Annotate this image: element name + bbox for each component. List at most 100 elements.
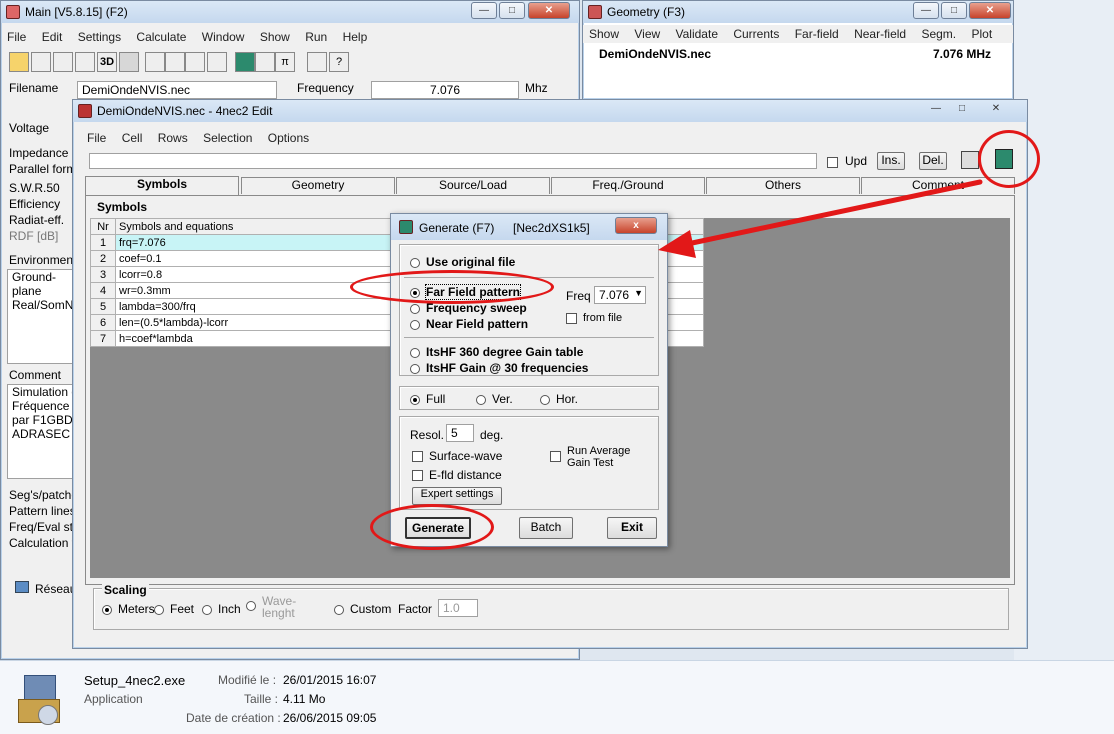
full-radio[interactable]: Full <box>410 392 445 406</box>
help-icon[interactable]: ? <box>329 52 349 72</box>
impedance-label: Impedance <box>9 146 69 160</box>
open-folder-icon[interactable] <box>9 52 29 72</box>
frequency-field[interactable]: 7.076 <box>371 81 519 99</box>
hor-radio[interactable]: Hor. <box>540 392 578 406</box>
globe-icon[interactable] <box>185 52 205 72</box>
row-number: 3 <box>90 266 116 283</box>
tab-geometry[interactable]: Geometry <box>241 177 395 194</box>
menu-settings[interactable]: Settings <box>72 28 127 46</box>
filename-label: Filename <box>9 81 59 95</box>
from-file-checkbox[interactable]: from file <box>566 312 622 324</box>
close-icon[interactable]: ✕ <box>983 101 1009 118</box>
menu-near-field[interactable]: Near-field <box>848 25 912 43</box>
feet-radio[interactable]: Feet <box>154 602 194 616</box>
close-icon[interactable]: ✕ <box>528 2 570 19</box>
tab-source-load[interactable]: Source/Load <box>396 177 550 194</box>
menu-cell[interactable]: Cell <box>116 129 149 147</box>
maximize-icon[interactable]: □ <box>941 2 967 19</box>
menu-currents[interactable]: Currents <box>727 25 785 43</box>
itshf-360-radio[interactable]: ItsHF 360 degree Gain table <box>410 345 583 359</box>
row-number: 4 <box>90 282 116 299</box>
scaling-label: Scaling <box>102 583 149 597</box>
row-number: 5 <box>90 298 116 315</box>
tab-symbols[interactable]: Symbols <box>85 176 239 195</box>
meters-radio[interactable]: Meters <box>102 602 155 616</box>
factor-input[interactable]: 1.0 <box>438 599 478 617</box>
pi-icon[interactable]: π <box>275 52 295 72</box>
frequency-unit: Mhz <box>525 81 548 95</box>
upd-label: Upd <box>845 154 868 168</box>
menu-file[interactable]: File <box>1 28 32 46</box>
menu-file[interactable]: File <box>81 129 112 147</box>
menu-view[interactable]: View <box>628 25 666 43</box>
menu-calculate[interactable]: Calculate <box>130 28 192 46</box>
3d-icon[interactable]: 3D <box>97 52 117 72</box>
maximize-icon[interactable]: □ <box>499 2 525 19</box>
resol-label: Resol. <box>410 428 445 442</box>
filename-field[interactable]: DemiOndeNVIS.nec <box>77 81 277 99</box>
near-field-radio[interactable]: Near Field pattern <box>410 317 528 331</box>
geometry-titlebar: Geometry (F3) — □ ✕ <box>583 1 1013 23</box>
settings-icon[interactable] <box>207 52 227 72</box>
maximize-icon[interactable]: □ <box>949 101 975 118</box>
minimize-icon[interactable]: — <box>923 101 949 118</box>
cube-icon[interactable] <box>75 52 95 72</box>
sweep-icon[interactable] <box>165 52 185 72</box>
file-name: Setup_4nec2.exe <box>84 673 186 688</box>
batch-button[interactable]: Batch <box>519 517 573 539</box>
main-titlebar: Main [V5.8.15] (F2) — □ ✕ <box>1 1 579 23</box>
surface-wave-checkbox[interactable]: Surface-wave <box>412 449 502 463</box>
freq-select[interactable]: 7.076 ▼ <box>594 286 646 304</box>
menu-selection[interactable]: Selection <box>197 129 258 147</box>
probe-icon[interactable] <box>53 52 73 72</box>
menu-segm[interactable]: Segm. <box>915 25 962 43</box>
menu-help[interactable]: Help <box>337 28 374 46</box>
efld-checkbox[interactable]: E-fld distance <box>412 468 502 482</box>
separator <box>404 337 654 338</box>
network-label[interactable]: Réseau <box>35 582 76 596</box>
exit-button[interactable]: Exit <box>607 517 657 539</box>
equation-input[interactable] <box>89 153 817 169</box>
upd-checkbox[interactable] <box>827 155 844 169</box>
menu-run[interactable]: Run <box>299 28 333 46</box>
pattern-icon[interactable] <box>145 52 165 72</box>
environment-label: Environment <box>9 253 77 267</box>
frequency-label: Frequency <box>297 81 354 95</box>
created-label: Date de création : <box>186 711 281 725</box>
custom-radio[interactable]: Custom <box>334 602 391 616</box>
book-icon[interactable] <box>307 52 327 72</box>
inch-radio[interactable]: Inch <box>202 602 241 616</box>
ver-radio[interactable]: Ver. <box>476 392 513 406</box>
menu-plot[interactable]: Plot <box>965 25 998 43</box>
menu-options[interactable]: Options <box>262 129 315 147</box>
minimize-icon[interactable]: — <box>913 2 939 19</box>
edit-icon[interactable] <box>119 52 139 72</box>
use-original-radio[interactable]: Use original file <box>410 255 515 269</box>
minimize-icon[interactable]: — <box>471 2 497 19</box>
calculator-icon[interactable] <box>235 52 255 72</box>
menu-edit[interactable]: Edit <box>36 28 69 46</box>
run-average-checkbox[interactable]: Run Average Gain Test <box>550 445 630 469</box>
generate-title: Generate (F7) <box>419 221 495 235</box>
comment-box[interactable]: Simulation d Fréquence = par F1GBD ( ADR… <box>7 384 77 479</box>
del-button[interactable]: Del. <box>919 152 947 170</box>
menu-far-field[interactable]: Far-field <box>789 25 845 43</box>
ins-button[interactable]: Ins. <box>877 152 905 170</box>
menu-window[interactable]: Window <box>196 28 251 46</box>
menu-show[interactable]: Show <box>583 25 625 43</box>
expert-settings-button[interactable]: Expert settings <box>412 487 502 505</box>
menu-validate[interactable]: Validate <box>670 25 724 43</box>
save-icon[interactable] <box>31 52 51 72</box>
menu-rows[interactable]: Rows <box>152 129 194 147</box>
close-icon[interactable]: ✕ <box>969 2 1011 19</box>
editor-title: DemiOndeNVIS.nec - 4nec2 Edit <box>97 104 273 118</box>
created-value: 26/06/2015 09:05 <box>283 711 377 725</box>
chart-icon[interactable] <box>255 52 275 72</box>
copy-icon[interactable] <box>961 151 979 169</box>
menu-show[interactable]: Show <box>254 28 296 46</box>
installer-icon <box>18 675 64 727</box>
itshf-30-radio[interactable]: ItsHF Gain @ 30 frequencies <box>410 361 588 375</box>
wave-radio[interactable]: Wave-lenght <box>246 595 296 620</box>
chevron-down-icon: ▼ <box>634 288 643 298</box>
resol-input[interactable]: 5 <box>446 424 474 442</box>
